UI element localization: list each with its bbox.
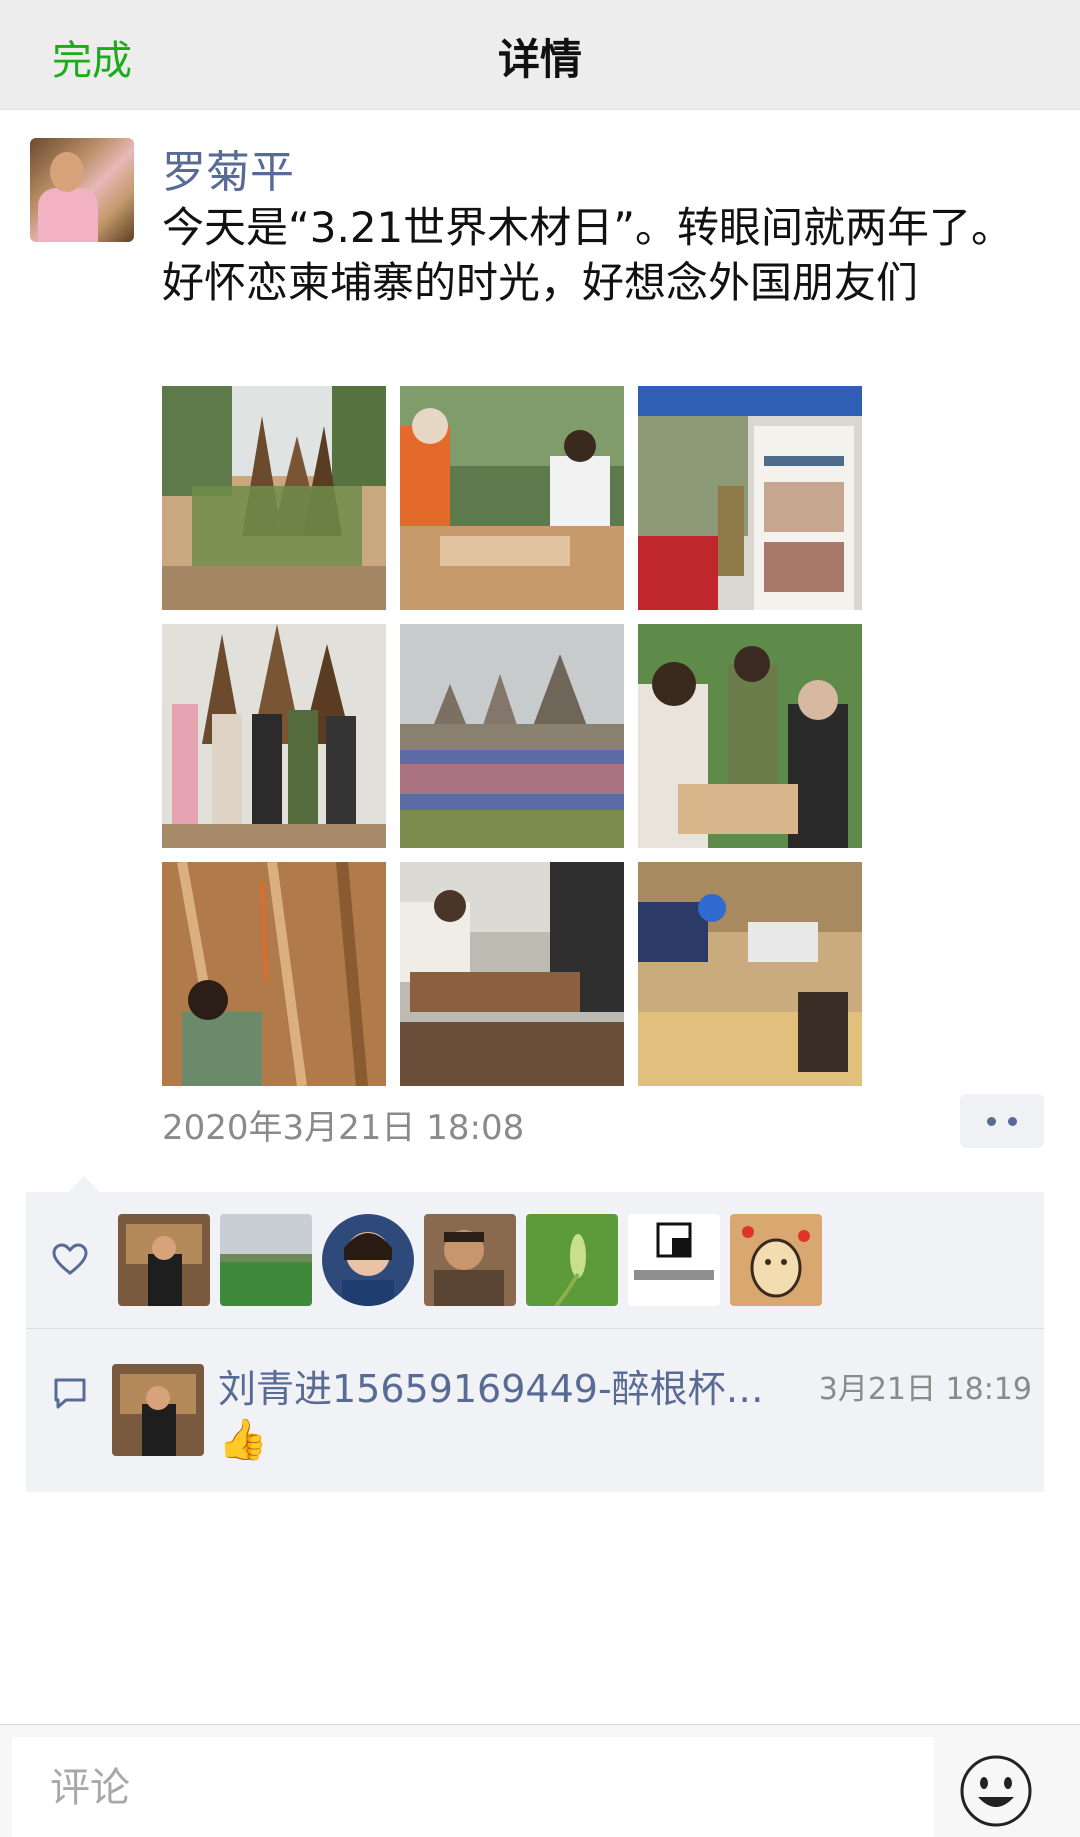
like-avatar-3[interactable] xyxy=(322,1214,414,1306)
like-avatar-5[interactable] xyxy=(526,1214,618,1306)
avatar-face xyxy=(50,152,84,192)
like-avatar-7[interactable] xyxy=(730,1214,822,1306)
interaction-panel: 刘青进15659169449-醉根杯… 3月21日 18:19 👍 xyxy=(26,1176,1044,1492)
poster-name[interactable]: 罗菊平 xyxy=(162,136,294,200)
navigation-bar: 完成 详情 xyxy=(0,0,1080,110)
like-avatar-2[interactable] xyxy=(220,1214,312,1306)
avatar-figure xyxy=(38,188,98,242)
poster-avatar[interactable] xyxy=(30,138,134,242)
comment-time: 3月21日 18:19 xyxy=(818,1372,1032,1407)
more-dot xyxy=(1008,1117,1017,1126)
comment-bar xyxy=(0,1724,1080,1837)
comment-body: 👍 xyxy=(218,1417,268,1463)
like-avatar-6[interactable] xyxy=(628,1214,720,1306)
photo-3[interactable] xyxy=(638,386,862,610)
photo-4[interactable] xyxy=(162,624,386,848)
photo-7[interactable] xyxy=(162,862,386,1086)
more-dot xyxy=(987,1117,996,1126)
page-title: 详情 xyxy=(497,35,582,84)
photo-6[interactable] xyxy=(638,624,862,848)
photo-5[interactable] xyxy=(400,624,624,848)
photo-9[interactable] xyxy=(638,862,862,1086)
photo-grid xyxy=(162,386,862,1086)
post-timestamp: 2020年3月21日 18:08 xyxy=(162,1108,525,1148)
photo-1[interactable] xyxy=(162,386,386,610)
commenter-name[interactable]: 刘青进15659169449-醉根杯… xyxy=(218,1358,808,1413)
panel-arrow xyxy=(68,1176,100,1192)
panel-divider xyxy=(26,1328,1044,1329)
post-text: 今天是“3.21世界木材日”。转眼间就两年了。好怀恋柬埔寨的时光，好想念外国朋友… xyxy=(162,203,1014,307)
more-options-button[interactable] xyxy=(960,1094,1044,1148)
photo-2[interactable] xyxy=(400,386,624,610)
heart-icon xyxy=(52,1243,88,1275)
like-avatar-4[interactable] xyxy=(424,1214,516,1306)
comment-icon xyxy=(54,1378,86,1409)
smiley-face-icon[interactable] xyxy=(958,1753,1034,1829)
comment-input[interactable] xyxy=(12,1737,934,1837)
like-avatar-1[interactable] xyxy=(118,1214,210,1306)
comment-avatar[interactable] xyxy=(112,1364,204,1456)
photo-8[interactable] xyxy=(400,862,624,1086)
